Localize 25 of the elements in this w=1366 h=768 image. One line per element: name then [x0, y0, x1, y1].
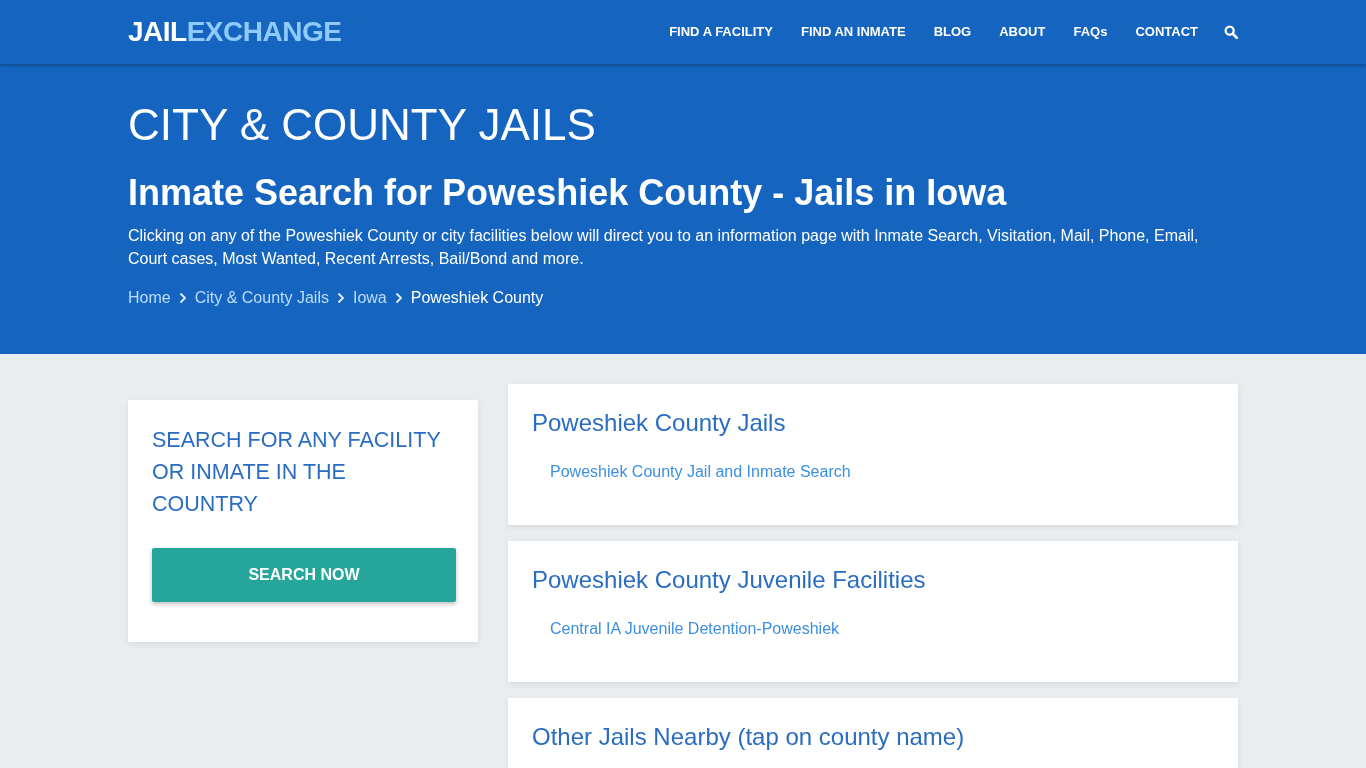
facility-card-title: Other Jails Nearby (tap on county name)	[532, 722, 966, 752]
facility-card-title: Poweshiek County Juvenile Facilities	[532, 565, 927, 595]
nav-link-item[interactable]: FAQs	[1073, 16, 1108, 48]
nav-link-item[interactable]: ABOUT	[999, 16, 1046, 48]
search-now-button[interactable]: SEARCH NOW	[152, 548, 456, 602]
nav-link-item[interactable]: FIND A FACILITY	[669, 16, 773, 48]
page-subtitle: Inmate Search for Poweshiek County - Jails in Iowa	[128, 172, 1008, 213]
breadcrumb-current: Poweshiek County	[410, 288, 544, 309]
facility-card-title: Poweshiek County Jails	[532, 408, 787, 438]
page-title: CITY & COUNTY JAILS	[128, 100, 597, 151]
chevron-icon	[336, 292, 345, 305]
breadcrumb-link[interactable]: Iowa	[352, 286, 387, 311]
nav-link-item[interactable]: CONTACT	[1135, 16, 1198, 48]
search-icon[interactable]	[1224, 25, 1238, 39]
nav-link-item[interactable]: FIND AN INMATE	[800, 16, 906, 48]
nav-link-item[interactable]: BLOG	[933, 16, 972, 48]
breadcrumb-link[interactable]: Home	[128, 286, 171, 311]
search-card-heading: SEARCH FOR ANY FACILITY OR INMATE IN THE COUNTRY	[152, 427, 442, 518]
chevron-icon	[394, 292, 403, 305]
facility-link[interactable]: Poweshiek County Jail and Inmate Search	[550, 460, 851, 484]
facility-link[interactable]: Central IA Juvenile Detention-Poweshiek	[550, 617, 840, 641]
chevron-icon	[178, 292, 187, 305]
site-logo[interactable]: JAILEXCHANGE	[128, 18, 342, 46]
page-description: Clicking on any of the Poweshiek County or city facilities below will direct you to an information page with Inmate Search, Visitation, Mail, Phone, Email, Court cases, Most Wanted, Recent Arrests, Bail/Bond and more.	[128, 226, 1200, 270]
breadcrumb-link[interactable]: City & County Jails	[194, 286, 329, 311]
